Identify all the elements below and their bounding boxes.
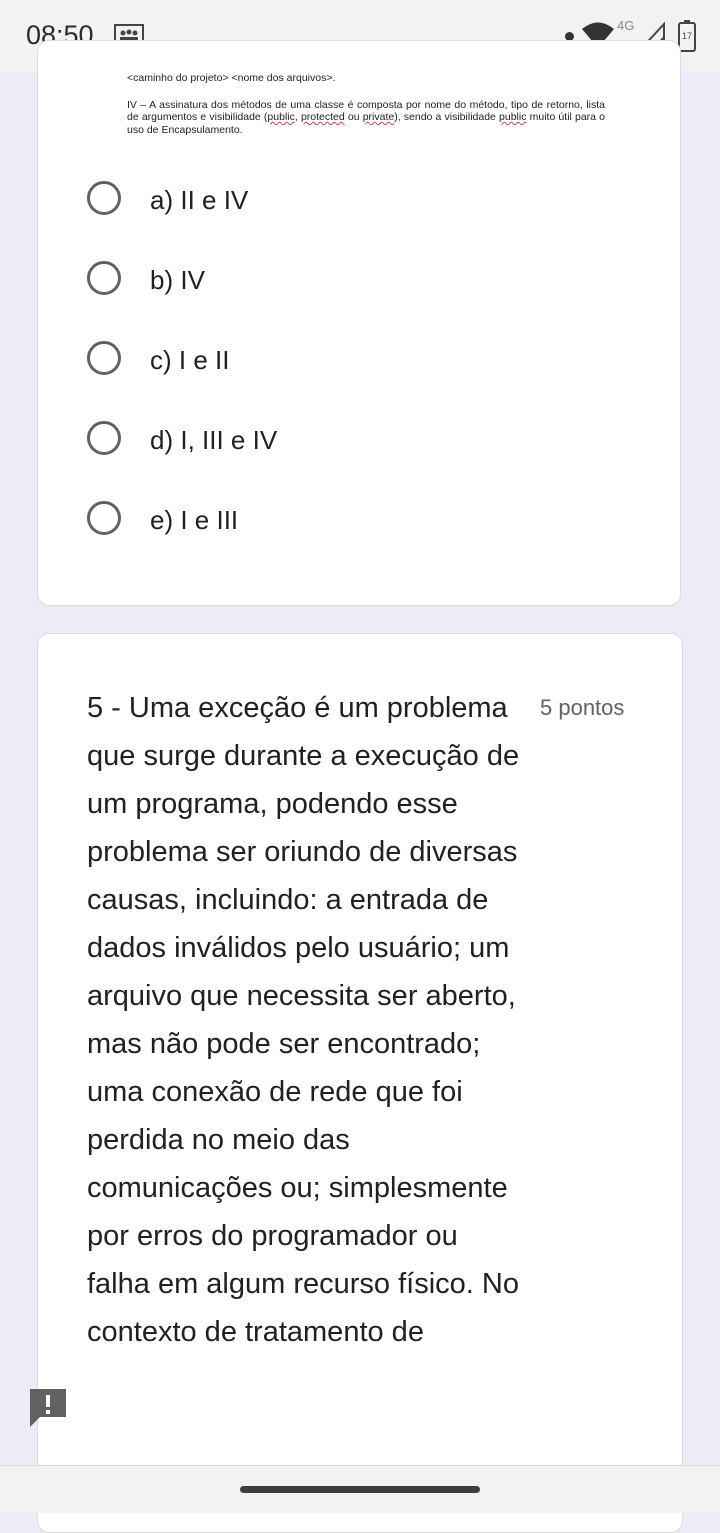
- option-a[interactable]: a) II e IV: [87, 181, 487, 221]
- option-label: a) II e IV: [150, 185, 249, 215]
- navigation-bar: [0, 1465, 720, 1513]
- doc-statement-iv: IV – A assinatura dos métodos de uma cla…: [127, 99, 605, 137]
- doc-text: ou: [344, 111, 363, 123]
- radio-button[interactable]: [87, 421, 121, 455]
- question-points: 5 pontos: [540, 695, 625, 720]
- doc-keyword: protected: [300, 111, 345, 123]
- doc-keyword: public: [499, 111, 527, 123]
- radio-button[interactable]: [87, 261, 121, 295]
- option-b[interactable]: b) IV: [87, 261, 487, 301]
- option-e[interactable]: e) I e III: [87, 501, 487, 541]
- option-label: c) I e II: [150, 345, 230, 375]
- doc-path-line: <caminho do projeto> <nome dos arquivos>…: [127, 72, 336, 84]
- question-4-image-snippet: <caminho do projeto> <nome dos arquivos>…: [127, 72, 605, 136]
- radio-button[interactable]: [87, 181, 121, 215]
- doc-text: ), sendo a visibilidade: [394, 111, 500, 123]
- battery-level: 17: [681, 31, 692, 41]
- option-label: b) IV: [150, 265, 205, 295]
- question-text: 5 - Uma exceção é um problema que surge …: [87, 692, 520, 1348]
- doc-keyword: private: [362, 111, 395, 123]
- network-type: 4G: [617, 18, 635, 33]
- option-d[interactable]: d) I, III e IV: [87, 421, 487, 461]
- feedback-icon[interactable]: [28, 1387, 68, 1427]
- option-label: e) I e III: [150, 505, 239, 535]
- doc-keyword: public: [267, 111, 295, 123]
- option-label: d) I, III e IV: [150, 425, 278, 455]
- radio-button[interactable]: [87, 341, 121, 375]
- home-gesture-handle[interactable]: [240, 1486, 480, 1493]
- radio-button[interactable]: [87, 501, 121, 535]
- option-c[interactable]: c) I e II: [87, 341, 487, 381]
